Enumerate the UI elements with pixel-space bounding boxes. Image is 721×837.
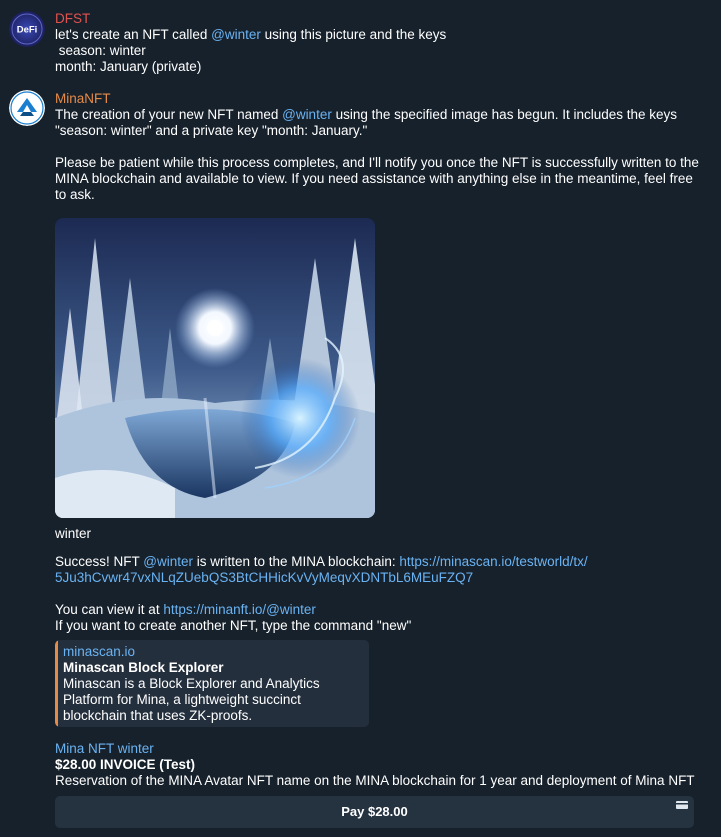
- invoice-amount: $28.00 INVOICE (Test): [55, 757, 196, 772]
- message-text-line: "season: winter" and a private key "mont…: [55, 123, 368, 138]
- nft-image[interactable]: [55, 218, 375, 518]
- preview-description-line: Platform for Mina, a lightweight succinc…: [63, 692, 301, 707]
- preview-accent-bar: [55, 640, 58, 727]
- invoice-description: Reservation of the MINA Avatar NFT name …: [55, 773, 695, 788]
- pay-button-label: Pay $28.00: [341, 804, 408, 819]
- card-icon: [676, 801, 688, 809]
- message-text-line: Please be patient while this process com…: [55, 155, 699, 170]
- preview-description-line: blockchain that uses ZK-proofs.: [63, 708, 253, 723]
- message-text: The creation of your new NFT named @wint…: [55, 107, 678, 122]
- pay-button[interactable]: Pay $28.00: [55, 796, 694, 828]
- image-caption: winter: [55, 526, 92, 541]
- create-another-text: If you want to create another NFT, type …: [55, 618, 412, 633]
- sender-name[interactable]: DFST: [55, 11, 713, 27]
- nft-mention-link[interactable]: @winter: [282, 107, 332, 122]
- minascan-tx-link[interactable]: https://minascan.io/testworld/tx/: [399, 554, 587, 569]
- minanft-link[interactable]: https://minanft.io/@winter: [163, 602, 316, 617]
- dfst-avatar-text: DeFi: [17, 25, 38, 36]
- invoice-name: Mina NFT winter: [55, 741, 154, 756]
- sender-name[interactable]: MinaNFT: [55, 91, 713, 107]
- winter-landscape-image: [55, 218, 375, 518]
- view-text: You can view it at https://minanft.io/@w…: [55, 602, 316, 617]
- message-text-line: season: winter: [55, 43, 146, 58]
- message-text: let's create an NFT called @winter using…: [55, 27, 447, 42]
- message-text-line: to ask.: [55, 187, 95, 202]
- minascan-tx-link-continued[interactable]: 5Ju3hCvwr47vxNLqZUebQS3BtCHHicKvVyMeqvXD…: [55, 570, 713, 586]
- message-text-line: month: January (private): [55, 59, 202, 74]
- preview-description-line: Minascan is a Block Explorer and Analyti…: [63, 676, 320, 691]
- nft-mention-link[interactable]: @winter: [211, 27, 261, 42]
- message-text-line: MINA blockchain and available to view. I…: [55, 171, 693, 186]
- dfst-avatar[interactable]: DeFi: [9, 11, 45, 47]
- success-text: Success! NFT @winter is written to the M…: [55, 554, 588, 569]
- nft-mention-link[interactable]: @winter: [143, 554, 193, 569]
- preview-site-name: minascan.io: [63, 644, 136, 659]
- preview-title: Minascan Block Explorer: [63, 660, 224, 675]
- link-preview[interactable]: minascan.io Minascan Block Explorer Mina…: [55, 640, 369, 727]
- minanft-avatar[interactable]: [9, 90, 45, 126]
